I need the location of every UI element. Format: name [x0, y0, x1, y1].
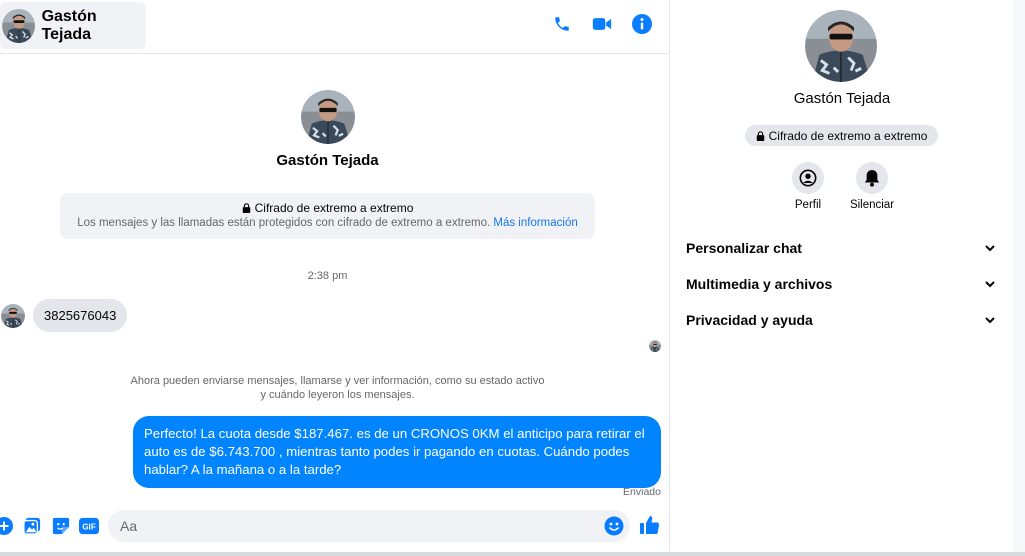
section-privacy-help[interactable]: Privacidad y ayuda: [670, 305, 1014, 335]
details-avatar[interactable]: [805, 10, 877, 82]
chevron-down-icon: [985, 317, 995, 324]
conversation-intro: Gastón Tejada: [0, 90, 655, 169]
section-customize-chat[interactable]: Personalizar chat: [670, 233, 1014, 263]
messenger-window: Gastón Tejada Gastón Tejada Cifrado de e…: [0, 0, 1025, 556]
encryption-badge[interactable]: Cifrado de extremo a extremo: [745, 125, 938, 146]
encryption-notice: Cifrado de extremo a extremo Los mensaje…: [60, 193, 595, 239]
intro-avatar: [301, 90, 355, 144]
plus-icon[interactable]: [0, 516, 14, 536]
thumbs-up-icon[interactable]: [639, 514, 661, 536]
header-contact-name: Gastón Tejada: [41, 7, 97, 43]
lock-icon: [756, 130, 764, 141]
encryption-description: Los mensajes y las llamadas están proteg…: [77, 217, 491, 229]
conversation-details-panel: Gastón Tejada Cifrado de extremo a extre…: [669, 0, 1013, 556]
message-composer: GIF: [0, 508, 669, 544]
chat-header: Gastón Tejada: [0, 0, 669, 54]
mute-button[interactable]: Silenciar: [840, 162, 904, 211]
message-timestamp: 2:38 pm: [307, 270, 348, 282]
system-note: Ahora pueden enviarse mensajes, llamarse…: [130, 375, 545, 401]
lock-icon: [242, 203, 250, 213]
message-input[interactable]: [120, 510, 600, 542]
message-status: Enviado: [623, 486, 661, 498]
seen-receipt-avatar: [649, 340, 661, 352]
section-media-files[interactable]: Multimedia y archivos: [670, 269, 1014, 299]
contact-avatar: [2, 9, 35, 43]
profile-icon: [792, 162, 824, 194]
chevron-down-icon: [985, 245, 995, 252]
sticker-icon[interactable]: [51, 516, 71, 536]
outgoing-message-bubble[interactable]: Perfecto! La cuota desde $187.467. es de…: [133, 416, 661, 488]
chevron-down-icon: [985, 281, 995, 288]
intro-contact-name: Gastón Tejada: [276, 152, 379, 169]
incoming-message-row: 3825676043: [0, 299, 128, 332]
mute-label: Silenciar: [849, 199, 895, 211]
image-icon[interactable]: [22, 516, 42, 536]
header-actions: [551, 13, 653, 35]
svg-text:GIF: GIF: [82, 523, 96, 532]
incoming-message-bubble[interactable]: 3825676043: [33, 299, 128, 332]
video-camera-icon[interactable]: [591, 13, 613, 35]
encryption-title: Cifrado de extremo a extremo: [254, 201, 414, 215]
bell-icon: [856, 162, 888, 194]
emoji-icon[interactable]: [604, 516, 624, 536]
message-input-container: [108, 510, 630, 542]
profile-button[interactable]: Perfil: [776, 162, 840, 211]
header-contact-button[interactable]: Gastón Tejada: [0, 2, 146, 49]
more-info-link[interactable]: Más información: [493, 217, 577, 229]
gif-icon[interactable]: GIF: [79, 516, 99, 536]
phone-icon[interactable]: [551, 13, 573, 35]
window-edge: [1013, 0, 1025, 556]
chat-panel: Gastón Tejada Gastón Tejada Cifrado de e…: [0, 0, 669, 556]
sender-avatar: [1, 304, 25, 328]
profile-label: Perfil: [794, 199, 822, 211]
details-contact-name: Gastón Tejada: [793, 90, 891, 107]
info-icon[interactable]: [631, 13, 653, 35]
window-bottom-border: [0, 552, 1025, 556]
